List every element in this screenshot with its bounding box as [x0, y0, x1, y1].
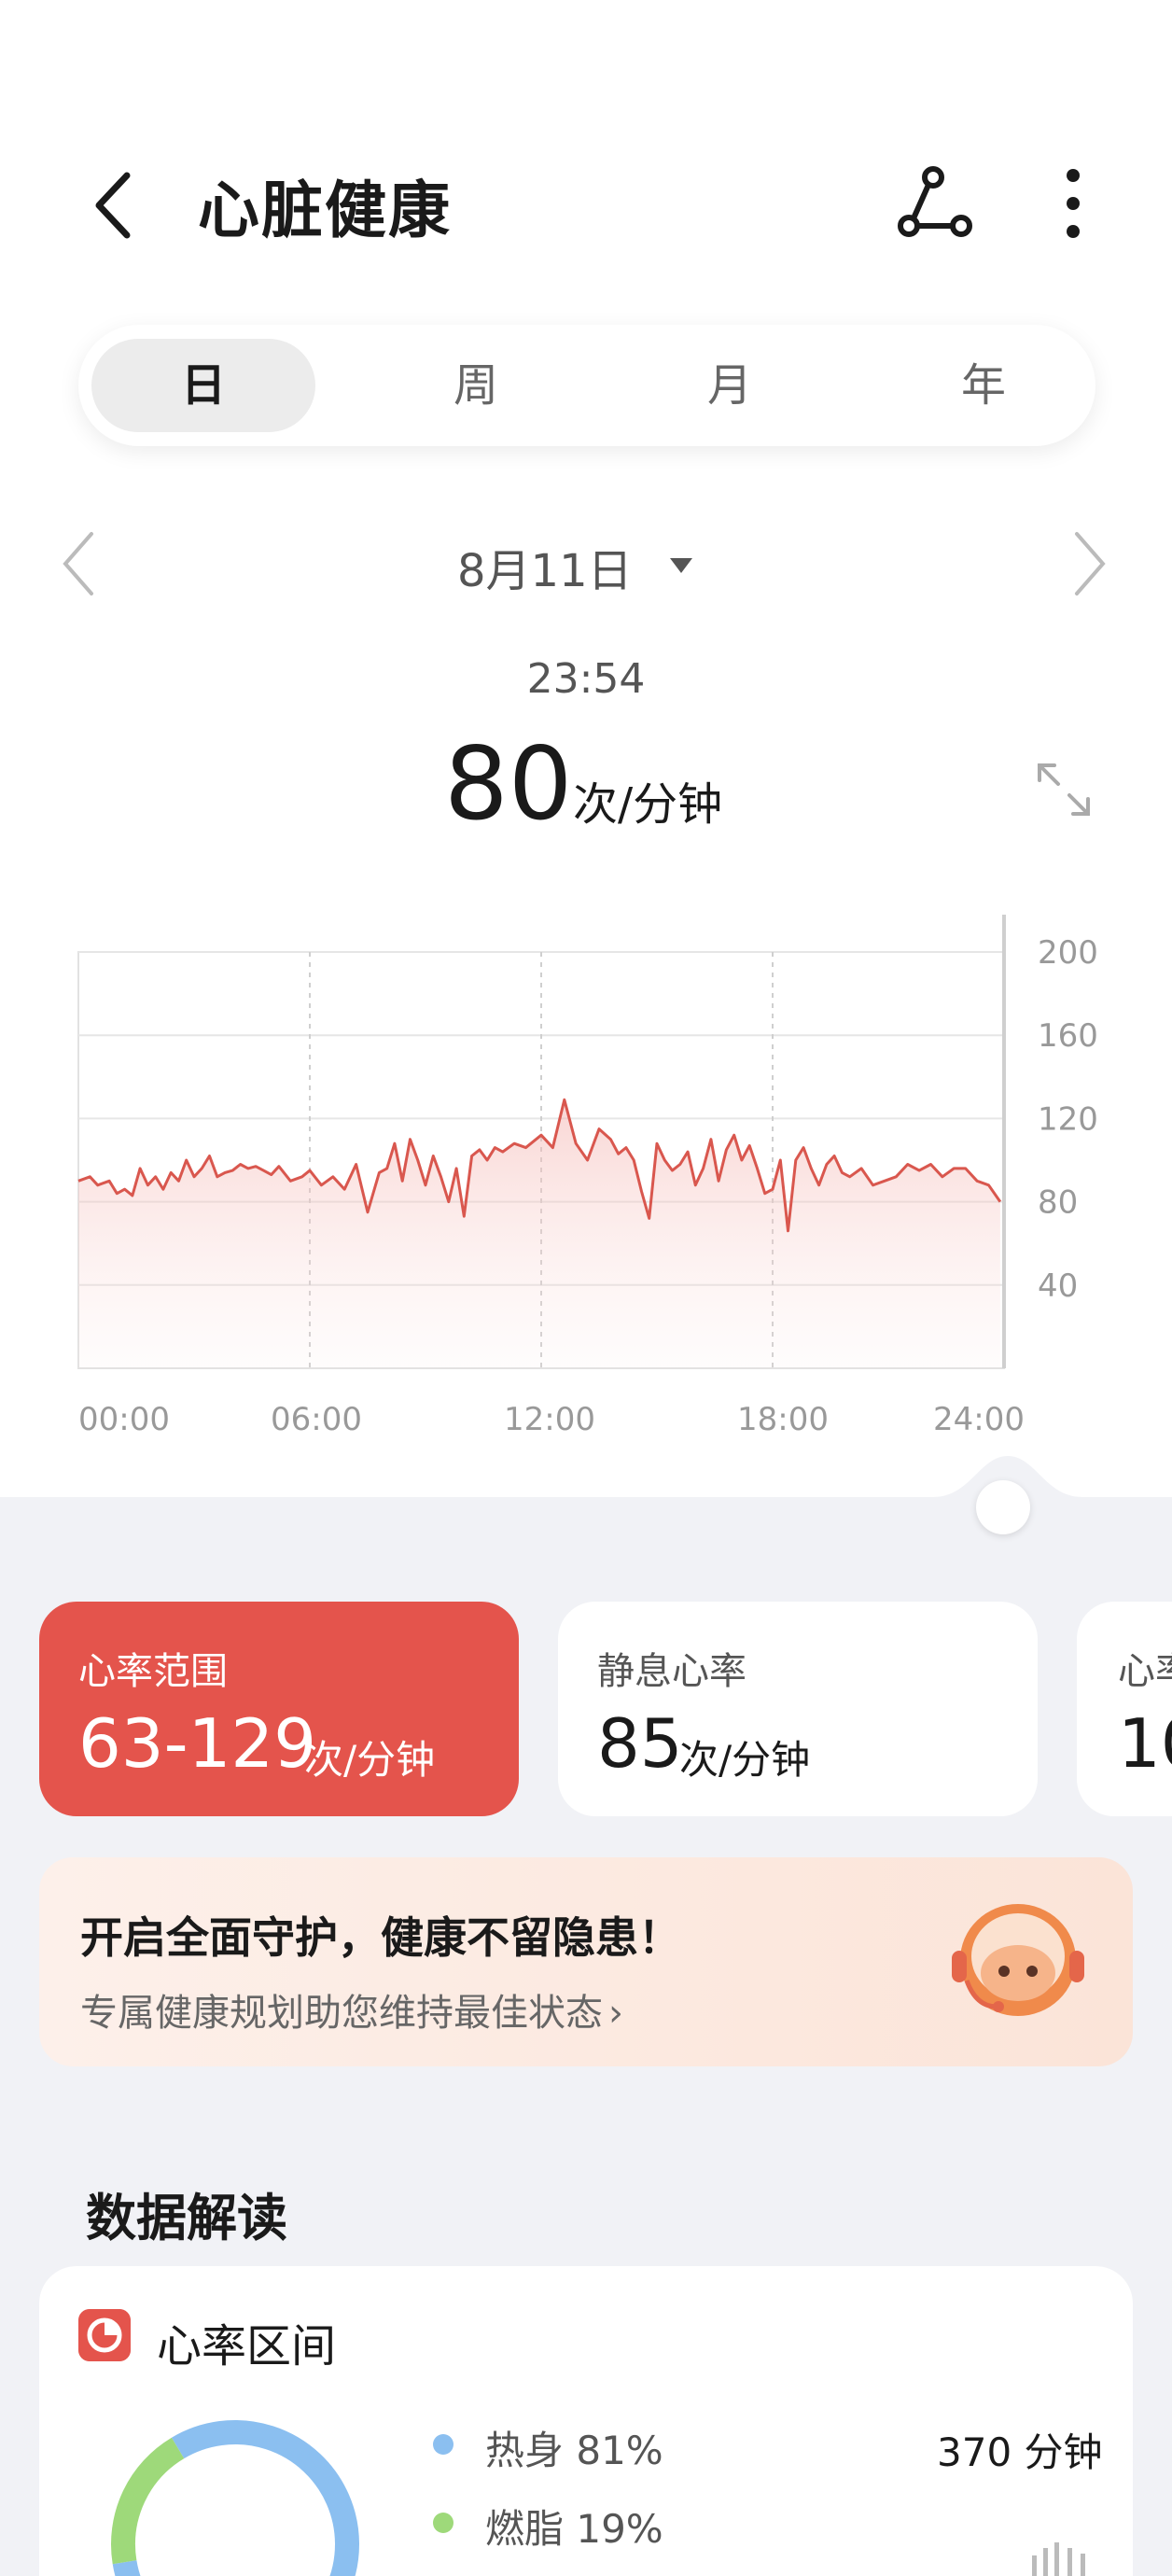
- x-tick-label: 06:00: [271, 1401, 362, 1438]
- expand-icon[interactable]: [1034, 760, 1094, 819]
- x-tick-label: 00:00: [78, 1401, 170, 1438]
- y-tick-label: 80: [1038, 1184, 1078, 1222]
- card-unit: 次/分钟: [304, 1737, 436, 1783]
- x-tick-label: 12:00: [504, 1401, 595, 1438]
- prev-date-icon[interactable]: [60, 530, 97, 597]
- section-title: 数据解读: [86, 2189, 287, 2247]
- donut-segment: [111, 2437, 185, 2565]
- legend-dot-fatburn: [433, 2513, 453, 2533]
- heart-rate-chart: 200 160 120 80 40 00:00 06:00 12:00 18:00 24:00: [77, 915, 1098, 1438]
- tab-month[interactable]: 月: [618, 339, 842, 432]
- card-label: 心率: [1118, 1650, 1172, 1693]
- promo-subtitle[interactable]: 专属健康规划助您维持最佳状态 ›: [80, 1982, 623, 2037]
- share-icon[interactable]: [896, 164, 974, 243]
- card-resting-hr[interactable]: 静息心率 85 次/分钟: [558, 1602, 1038, 1816]
- zone-title: 心率区间: [157, 2320, 337, 2373]
- tab-year[interactable]: 年: [872, 339, 1095, 432]
- mascot-icon: [952, 1904, 1084, 2016]
- y-tick-label: 160: [1038, 1017, 1098, 1055]
- chevron-left-icon[interactable]: [86, 168, 146, 243]
- y-tick-label: 120: [1038, 1100, 1098, 1138]
- card-value: 63-129: [78, 1704, 317, 1783]
- legend-warmup: 热身 81%: [485, 2428, 663, 2473]
- zone-donut-chart: [111, 2420, 359, 2576]
- heart-rate-unit: 次/分钟: [573, 778, 723, 831]
- legend-dot-warmup: [433, 2434, 453, 2455]
- x-tick-label: 24:00: [933, 1401, 1025, 1438]
- chart-scrub-handle[interactable]: [976, 1480, 1030, 1534]
- zone-duration: 370 分钟: [937, 2429, 1103, 2475]
- series-area: [78, 1099, 1000, 1368]
- tab-week[interactable]: 周: [364, 339, 588, 432]
- card-unit: 次/分钟: [679, 1737, 811, 1783]
- x-tick-label: 18:00: [737, 1401, 829, 1438]
- pie-chart-icon: [78, 2309, 131, 2361]
- promo-title: 开启全面守护，健康不留隐患！: [80, 1912, 681, 1963]
- scroll-indicator-icon: [1032, 2542, 1085, 2576]
- card-label: 心率范围: [78, 1650, 228, 1693]
- more-vertical-icon[interactable]: [1054, 164, 1092, 243]
- card-label: 静息心率: [597, 1650, 746, 1693]
- chevron-right-icon: ›: [608, 1992, 623, 2035]
- card-partial[interactable]: 心率 10: [1077, 1602, 1172, 1816]
- card-value: 85: [597, 1704, 683, 1783]
- tab-day[interactable]: 日: [91, 339, 315, 432]
- next-date-icon[interactable]: [1071, 530, 1109, 597]
- period-tabs: 日 周 月 年: [78, 325, 1095, 446]
- y-tick-label: 200: [1038, 934, 1098, 972]
- y-tick-label: 40: [1038, 1267, 1078, 1305]
- heart-rate-value: 80: [444, 726, 573, 843]
- date-selector[interactable]: 8月11日: [457, 534, 633, 599]
- legend-fatburn: 燃脂 19%: [485, 2506, 663, 2552]
- promo-subtitle-text: 专属健康规划助您维持最佳状态: [80, 1992, 603, 2035]
- card-hr-range[interactable]: 心率范围 63-129 次/分钟: [39, 1602, 519, 1816]
- dropdown-caret-icon[interactable]: [668, 556, 694, 575]
- card-value: 10: [1118, 1704, 1172, 1783]
- page-title: 心脏健康: [198, 175, 452, 246]
- reading-time: 23:54: [526, 655, 646, 703]
